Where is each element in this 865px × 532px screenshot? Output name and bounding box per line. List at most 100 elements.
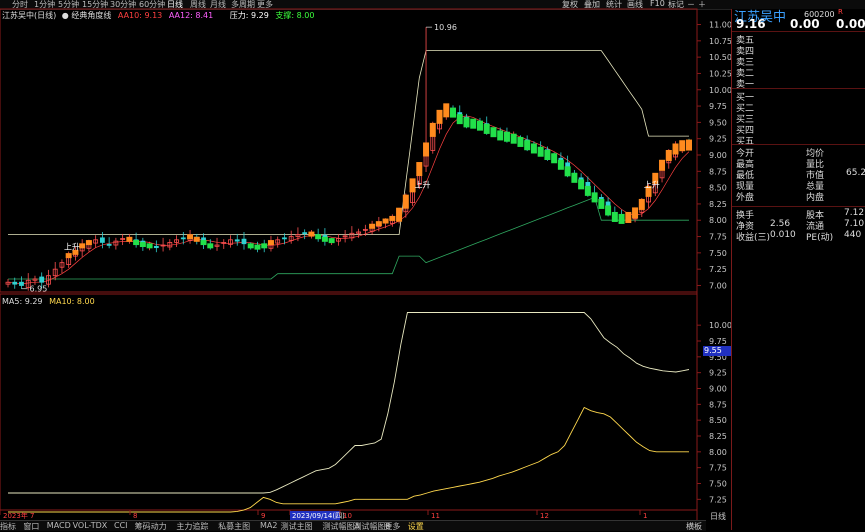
ribbon-38	[261, 243, 268, 249]
main-ytick-2: 10.50	[709, 53, 731, 62]
ribbon-77	[524, 140, 531, 151]
candle-body-34	[234, 239, 240, 242]
main-ytick-12: 8.00	[709, 216, 727, 225]
row-mv-1: 7.10	[844, 219, 865, 229]
aa10-line	[7, 115, 690, 285]
main-ytick-3: 10.25	[709, 69, 731, 78]
candle-body-35	[241, 238, 247, 245]
ribbon-65	[443, 103, 450, 118]
panel-divider-2	[732, 144, 865, 145]
ribbon-57	[389, 215, 396, 221]
main-ytick-14: 7.50	[709, 249, 727, 258]
ribbon-84	[571, 172, 578, 183]
sub-ytick-3: 9.25	[709, 369, 727, 378]
candle-body-15	[106, 243, 112, 246]
candle-body-1	[12, 281, 18, 285]
ribbon-94	[638, 198, 645, 210]
ribbon-86	[584, 185, 591, 196]
ribbon-90	[611, 211, 618, 222]
ribbon-20	[139, 242, 146, 248]
date-label-6: 12	[540, 512, 549, 520]
aa12-value: AA12: 8.41	[168, 11, 214, 20]
ribbon-11	[79, 243, 86, 249]
indicator-name[interactable]: ● 经典角度线	[62, 11, 112, 20]
indicator-tab-6[interactable]: 主力追踪	[176, 521, 208, 532]
sub-ytick-10: 7.50	[709, 480, 727, 489]
main-ytick-1: 10.75	[709, 37, 731, 46]
indicator-tab-4[interactable]: CCI	[114, 521, 128, 530]
ribbon-27	[187, 234, 194, 240]
candle-body-41	[282, 237, 287, 240]
main-ytick-11: 8.25	[709, 200, 727, 209]
indicator-tab-5[interactable]: 筹码动力	[135, 521, 167, 532]
indicator-tab-9[interactable]: 测试主图	[281, 521, 313, 532]
ribbon-83	[564, 166, 571, 177]
candle-body-2	[19, 281, 24, 286]
order-book: 卖五 卖四 卖三 卖二 卖一 买一 买二 买三 买四 买五 今开 最高 最低 现量 外盘 均价 量比 市值 总量 内盘…	[732, 9, 865, 530]
indicator-tab-7[interactable]: 私募主图	[218, 521, 250, 532]
ribbon-99	[672, 143, 679, 155]
ribbon-76	[517, 136, 524, 147]
sub-line-ma5	[8, 312, 690, 494]
kline-chart[interactable]: 11.00 10.75 10.50 10.25 10.00 9.75 9.50 9.25 9.0…	[0, 0, 731, 530]
row-lv-2: 0.010	[770, 230, 796, 240]
ribbon-18	[126, 236, 133, 242]
quote-panel: 江苏吴中 600200 R 9.16 0.00 0.00% 卖五卖四卖三卖二卖一…	[731, 8, 865, 530]
indicator-tab-2[interactable]: MACD	[47, 521, 71, 530]
ribbon-45	[308, 231, 315, 237]
indicator-tab-13[interactable]: 设置	[408, 521, 424, 532]
ribbon-12	[85, 240, 92, 246]
sub-ytick-6: 8.50	[709, 416, 727, 425]
indicator-tab-3[interactable]: VOL-TDX	[73, 521, 108, 530]
stat-mid-4: 内盘	[806, 193, 825, 203]
cycle-label[interactable]: 日线	[710, 511, 726, 522]
ribbon-93	[632, 207, 639, 219]
ribbon-73	[497, 130, 504, 141]
ribbon-100	[679, 140, 686, 152]
ribbon-39	[267, 240, 274, 246]
date-label-3: 2023/09/14(四)	[292, 512, 345, 520]
ribbon-101	[686, 139, 692, 151]
peak-label: 10.96	[434, 23, 457, 32]
ribbon-36	[247, 243, 254, 249]
row-mid-2: PE(动)	[806, 233, 834, 243]
ribbon-85	[578, 179, 585, 190]
ribbon-63	[429, 122, 436, 137]
stat-left-4: 外盘	[736, 193, 755, 203]
sub-ytick-11: 7.25	[709, 495, 727, 504]
indicator-tab-12[interactable]: 更多	[384, 521, 400, 532]
date-label-1: 8	[133, 512, 137, 520]
sub-ytick-8: 8.00	[709, 448, 727, 457]
ribbon-98	[665, 150, 672, 161]
ribbon-47	[321, 236, 328, 242]
ribbon-92	[625, 211, 632, 223]
main-ytick-7: 9.25	[709, 135, 727, 144]
ribbon-70	[476, 120, 483, 131]
indicator-tab-8[interactable]: MA2	[260, 521, 277, 530]
panel-divider-0	[732, 31, 865, 32]
panel-divider-3	[732, 206, 865, 207]
main-ytick-0: 11.00	[709, 21, 731, 30]
layout-label[interactable]: 横板	[686, 521, 702, 532]
ribbon-88	[598, 198, 605, 209]
ribbon-48	[328, 238, 335, 244]
signal-label-0: 上升	[64, 242, 80, 251]
row-mv-0: 7.12	[844, 208, 865, 218]
ribbon-79	[537, 146, 544, 157]
ribbon-21	[146, 243, 153, 249]
ribbon-64	[436, 109, 443, 124]
ribbon-54	[369, 223, 376, 229]
main-ytick-10: 8.50	[709, 184, 727, 193]
ribbon-87	[591, 192, 598, 203]
support-value: 支撑: 8.00	[275, 11, 315, 20]
sub-ytick-1: 9.75	[709, 337, 727, 346]
indicator-tab-1[interactable]: 窗口	[23, 521, 39, 532]
ribbon-29	[200, 240, 207, 246]
ribbon-30	[207, 243, 214, 249]
ribbon-67	[456, 114, 463, 125]
main-ytick-6: 9.50	[709, 118, 727, 127]
resistance-value: 压力: 9.29	[229, 11, 269, 20]
date-label-7: 1	[643, 512, 647, 520]
ribbon-37	[254, 244, 261, 250]
indicator-tab-0[interactable]: 指标	[0, 521, 16, 532]
